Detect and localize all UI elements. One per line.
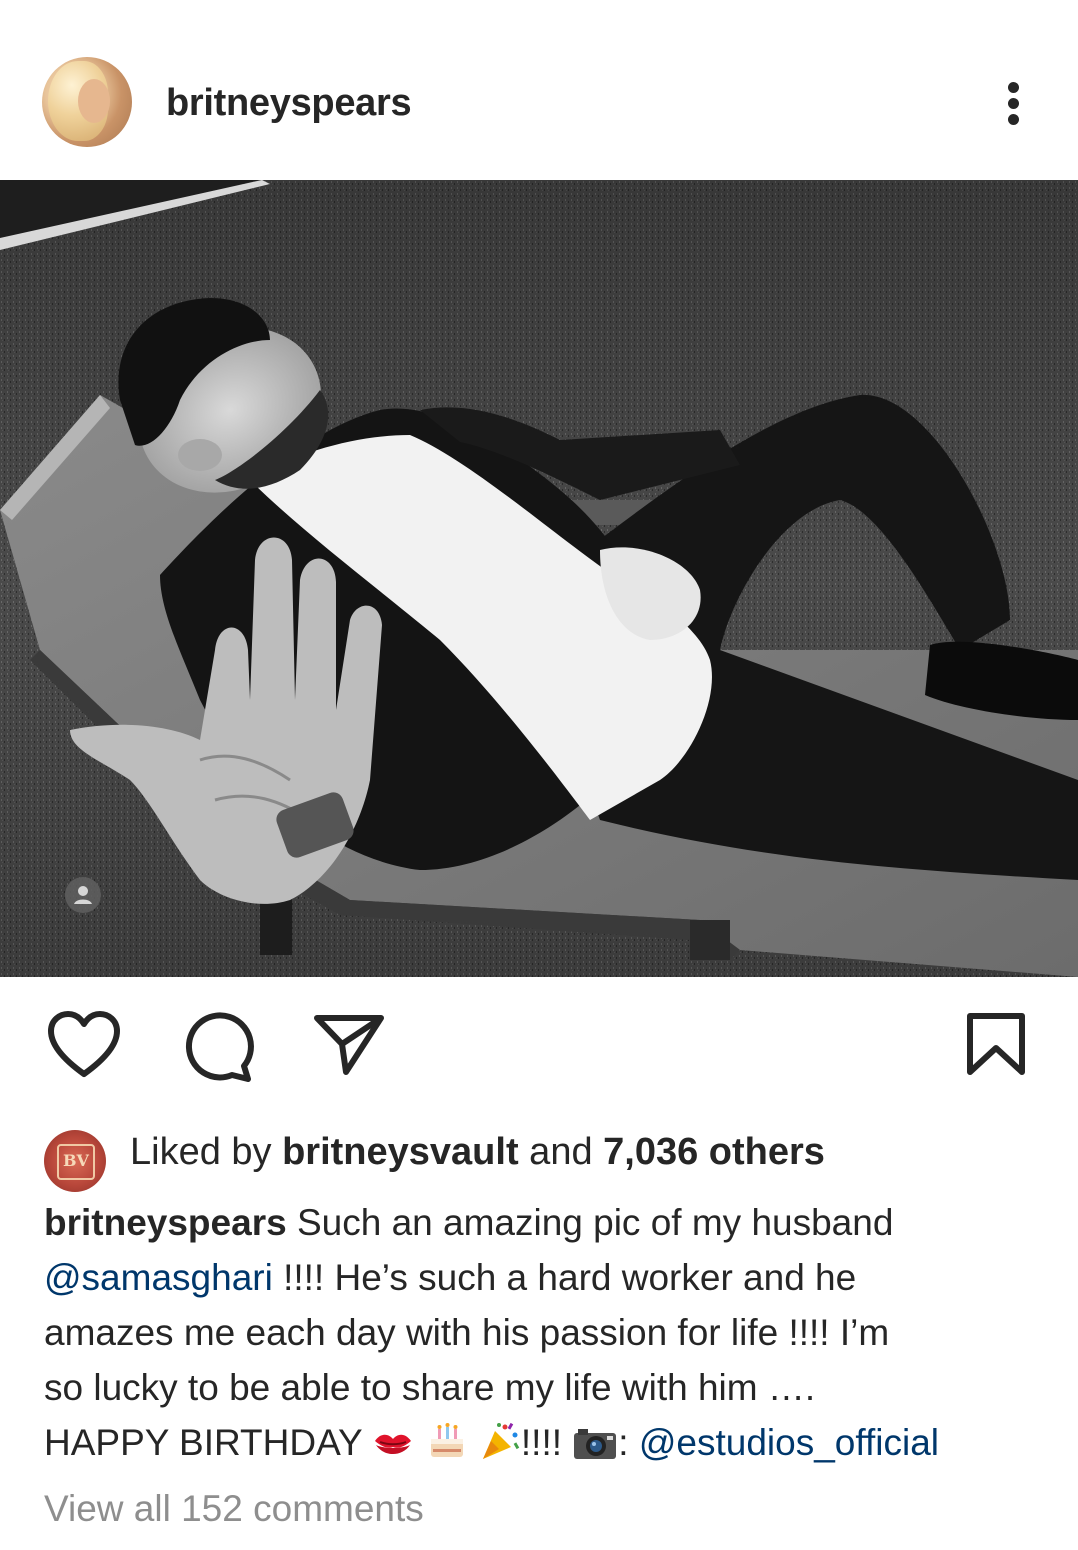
birthday-cake-icon xyxy=(425,1421,469,1476)
caption-line-4: so lucky to be able to share my life wit… xyxy=(44,1367,816,1408)
caption-mention-husband[interactable]: @samasghari xyxy=(44,1257,273,1298)
caption-author[interactable]: britneyspears xyxy=(44,1202,287,1243)
caption-colon: : xyxy=(618,1422,639,1463)
avatar-face xyxy=(78,79,110,123)
post-photo[interactable] xyxy=(0,180,1078,977)
liker-avatar[interactable]: BV xyxy=(44,1130,106,1192)
caption-line-2: @samasghari !!!! He’s such a hard worker… xyxy=(44,1250,1044,1305)
caption-text-5-exclaim: !!!! xyxy=(520,1422,563,1463)
more-vertical-icon[interactable] xyxy=(994,76,1034,132)
comment-button[interactable] xyxy=(180,1010,256,1089)
likes-count[interactable]: 7,036 others xyxy=(603,1131,825,1173)
caption-mention-photographer[interactable]: @estudios_official xyxy=(639,1422,939,1463)
party-popper-icon xyxy=(479,1421,521,1476)
liker-avatar-monogram: BV xyxy=(57,1144,95,1180)
bookmark-icon xyxy=(967,1013,1025,1075)
camera-icon xyxy=(572,1421,618,1476)
caption-text-1: Such an amazing pic of my husband xyxy=(286,1202,894,1243)
post-header: britneyspears xyxy=(0,0,1078,180)
likes-user[interactable]: britneysvault xyxy=(282,1131,519,1173)
post-caption: britneyspears Such an amazing pic of my … xyxy=(44,1195,1044,1476)
post-author-username[interactable]: britneyspears xyxy=(166,82,412,125)
user-tag-icon[interactable] xyxy=(64,876,102,914)
share-button[interactable] xyxy=(312,1010,386,1081)
caption-line-3: amazes me each day with his passion for … xyxy=(44,1312,890,1353)
caption-line-5: HAPPY BIRTHDAY !!!! : @estudios_official xyxy=(44,1415,1044,1476)
view-all-comments-link[interactable]: View all 152 comments xyxy=(44,1484,424,1534)
caption-text-2: !!!! He’s such a hard worker and he xyxy=(272,1257,857,1298)
profile-avatar[interactable] xyxy=(42,57,132,147)
likes-prefix: Liked by xyxy=(130,1131,283,1173)
likes-middle: and xyxy=(518,1131,604,1173)
comment-icon xyxy=(185,1012,254,1082)
kiss-mark-icon xyxy=(372,1421,414,1476)
caption-line-1: britneyspears Such an amazing pic of my … xyxy=(44,1195,1044,1250)
save-button[interactable] xyxy=(964,1012,1028,1081)
photo-illustration xyxy=(0,180,1078,977)
send-icon xyxy=(314,1015,384,1075)
like-button[interactable] xyxy=(46,1010,122,1085)
caption-text-5: HAPPY BIRTHDAY xyxy=(44,1422,363,1463)
likes-summary[interactable]: Liked by britneysvault and 7,036 others xyxy=(130,1124,825,1180)
heart-icon xyxy=(48,1011,120,1077)
